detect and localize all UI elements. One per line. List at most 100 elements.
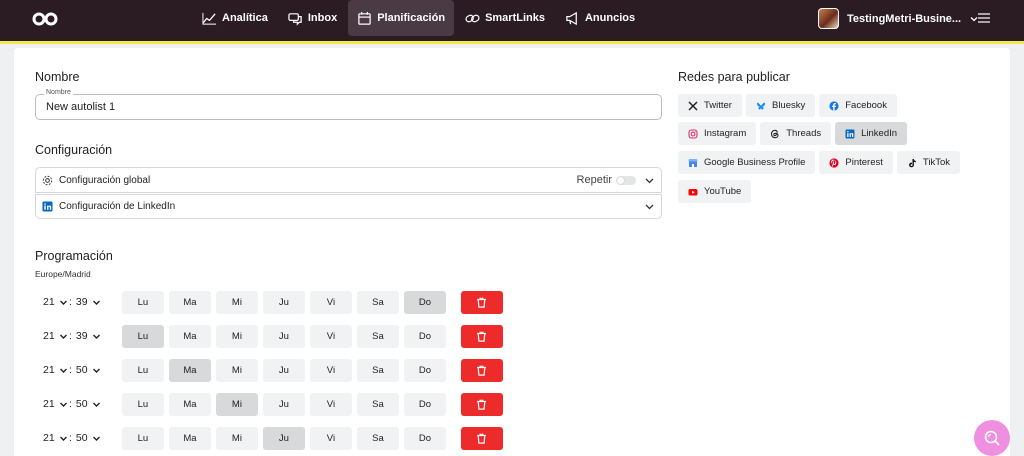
day-toggle-sa[interactable]: Sa (356, 358, 399, 382)
day-toggle-lu[interactable]: Lu (121, 324, 164, 348)
day-toggle-do[interactable]: Do (403, 290, 446, 314)
nav-item-inbox[interactable]: Inbox (279, 0, 346, 36)
day-toggle-do[interactable]: Do (403, 324, 446, 348)
delete-schedule-button[interactable] (460, 358, 503, 382)
chevron-down-icon (92, 436, 100, 441)
minute-select[interactable]: 39 (76, 330, 112, 342)
network-chip-google-business-profile[interactable]: Google Business Profile (678, 151, 816, 174)
network-label: Google Business Profile (704, 157, 806, 168)
day-toggle-ju[interactable]: Ju (262, 426, 305, 450)
day-toggle-ma[interactable]: Ma (168, 324, 211, 348)
network-row: Instagram Threads LinkedIn (678, 122, 911, 145)
network-chip-facebook[interactable]: Facebook (819, 94, 897, 117)
chevron-down-icon[interactable] (644, 201, 655, 212)
nav-label: Anuncios (584, 12, 636, 24)
chevron-down-icon (59, 436, 67, 441)
link-icon (465, 14, 480, 22)
day-toggle-sa[interactable]: Sa (356, 290, 399, 314)
hour-select[interactable]: 21 (35, 330, 71, 342)
chevron-down-icon (92, 334, 100, 339)
day-toggle-mi[interactable]: Mi (215, 290, 258, 314)
day-toggle-ju[interactable]: Ju (262, 358, 305, 382)
day-toggle-mi[interactable]: Mi (215, 324, 258, 348)
day-toggle-ma[interactable]: Ma (168, 392, 211, 416)
nombre-input[interactable] (46, 101, 636, 113)
day-toggle-lu[interactable]: Lu (121, 358, 164, 382)
day-toggle-lu[interactable]: Lu (121, 392, 164, 416)
nav-item-planificacion[interactable]: Planificación (348, 0, 455, 36)
repetir-toggle[interactable] (616, 175, 636, 185)
minute-value: 50 (75, 398, 88, 410)
day-toggle-sa[interactable]: Sa (356, 392, 399, 416)
help-search-button[interactable] (974, 420, 1010, 456)
linkedin-icon (845, 129, 855, 138)
minute-select[interactable]: 50 (76, 364, 112, 376)
day-toggle-do[interactable]: Do (403, 426, 446, 450)
network-chip-linkedin[interactable]: LinkedIn (835, 122, 908, 145)
network-chip-youtube[interactable]: YouTube (678, 180, 752, 203)
network-chip-bluesky[interactable]: Bluesky (745, 94, 816, 117)
network-label: Pinterest (845, 157, 883, 168)
day-toggle-ju[interactable]: Ju (262, 392, 305, 416)
day-toggle-do[interactable]: Do (403, 358, 446, 382)
schedule-row: 21:50 Lu Ma Mi Ju Vi Sa Do (35, 392, 503, 416)
delete-schedule-button[interactable] (460, 290, 503, 314)
day-toggle-vi[interactable]: Vi (309, 358, 352, 382)
trash-icon (477, 331, 487, 342)
nombre-field[interactable]: Nombre (35, 89, 662, 120)
schedule-row: 21:39 Lu Ma Mi Ju Vi Sa Do (35, 324, 503, 348)
network-chip-pinterest[interactable]: Pinterest (819, 151, 893, 174)
day-toggle-do[interactable]: Do (403, 392, 446, 416)
day-toggle-ma[interactable]: Ma (168, 426, 211, 450)
delete-schedule-button[interactable] (460, 392, 503, 416)
hour-select[interactable]: 21 (35, 296, 71, 308)
config-global-row[interactable]: Configuración global Repetir (35, 167, 662, 193)
chart-line-icon (202, 12, 217, 25)
config-linkedin-row[interactable]: Configuración de LinkedIn (35, 194, 662, 219)
minute-select[interactable]: 50 (76, 432, 112, 444)
hour-select[interactable]: 21 (35, 398, 71, 410)
network-chip-twitter[interactable]: Twitter (678, 94, 742, 117)
minute-select[interactable]: 39 (76, 296, 112, 308)
day-toggle-ma[interactable]: Ma (168, 358, 211, 382)
network-label: Bluesky (771, 100, 806, 111)
delete-schedule-button[interactable] (460, 426, 503, 450)
google-business-icon (688, 158, 698, 167)
network-row: YouTube (678, 180, 755, 203)
hour-select[interactable]: 21 (35, 364, 71, 376)
day-toggle-mi[interactable]: Mi (215, 392, 258, 416)
chevron-down-icon[interactable] (644, 175, 655, 186)
nav-item-anuncios[interactable]: Anuncios (556, 0, 644, 36)
day-toggle-ju[interactable]: Ju (262, 290, 305, 314)
day-toggle-vi[interactable]: Vi (309, 290, 352, 314)
day-toggle-sa[interactable]: Sa (356, 426, 399, 450)
network-row: Google Business Profile Pinterest TikTok (678, 151, 964, 174)
chevron-down-icon (92, 300, 100, 305)
day-toggle-mi[interactable]: Mi (215, 358, 258, 382)
network-chip-tiktok[interactable]: TikTok (896, 151, 960, 174)
network-chip-instagram[interactable]: Instagram (678, 122, 757, 145)
nav-item-smartlinks[interactable]: SmartLinks (456, 0, 554, 36)
account-switcher[interactable]: TestingMetri-Busine... (818, 8, 979, 29)
day-toggle-lu[interactable]: Lu (121, 290, 164, 314)
day-toggle-vi[interactable]: Vi (309, 426, 352, 450)
day-toggle-vi[interactable]: Vi (309, 324, 352, 348)
nav-item-analitica[interactable]: Analítica (193, 0, 277, 36)
hamburger-menu-icon[interactable] (977, 12, 991, 24)
avatar (818, 8, 839, 29)
day-toggle-mi[interactable]: Mi (215, 426, 258, 450)
day-toggle-vi[interactable]: Vi (309, 392, 352, 416)
hour-select[interactable]: 21 (35, 432, 71, 444)
day-toggle-sa[interactable]: Sa (356, 324, 399, 348)
tiktok-icon (908, 158, 916, 167)
network-chip-threads[interactable]: Threads (760, 122, 832, 145)
calendar-icon (358, 11, 371, 25)
day-toggle-ma[interactable]: Ma (168, 290, 211, 314)
day-toggle-lu[interactable]: Lu (121, 426, 164, 450)
minute-select[interactable]: 50 (76, 398, 112, 410)
network-label: TikTok (922, 157, 950, 168)
app-logo-icon[interactable] (32, 11, 58, 27)
day-toggle-ju[interactable]: Ju (262, 324, 305, 348)
delete-schedule-button[interactable] (460, 324, 503, 348)
timezone-label: Europe/Madrid (35, 269, 91, 279)
